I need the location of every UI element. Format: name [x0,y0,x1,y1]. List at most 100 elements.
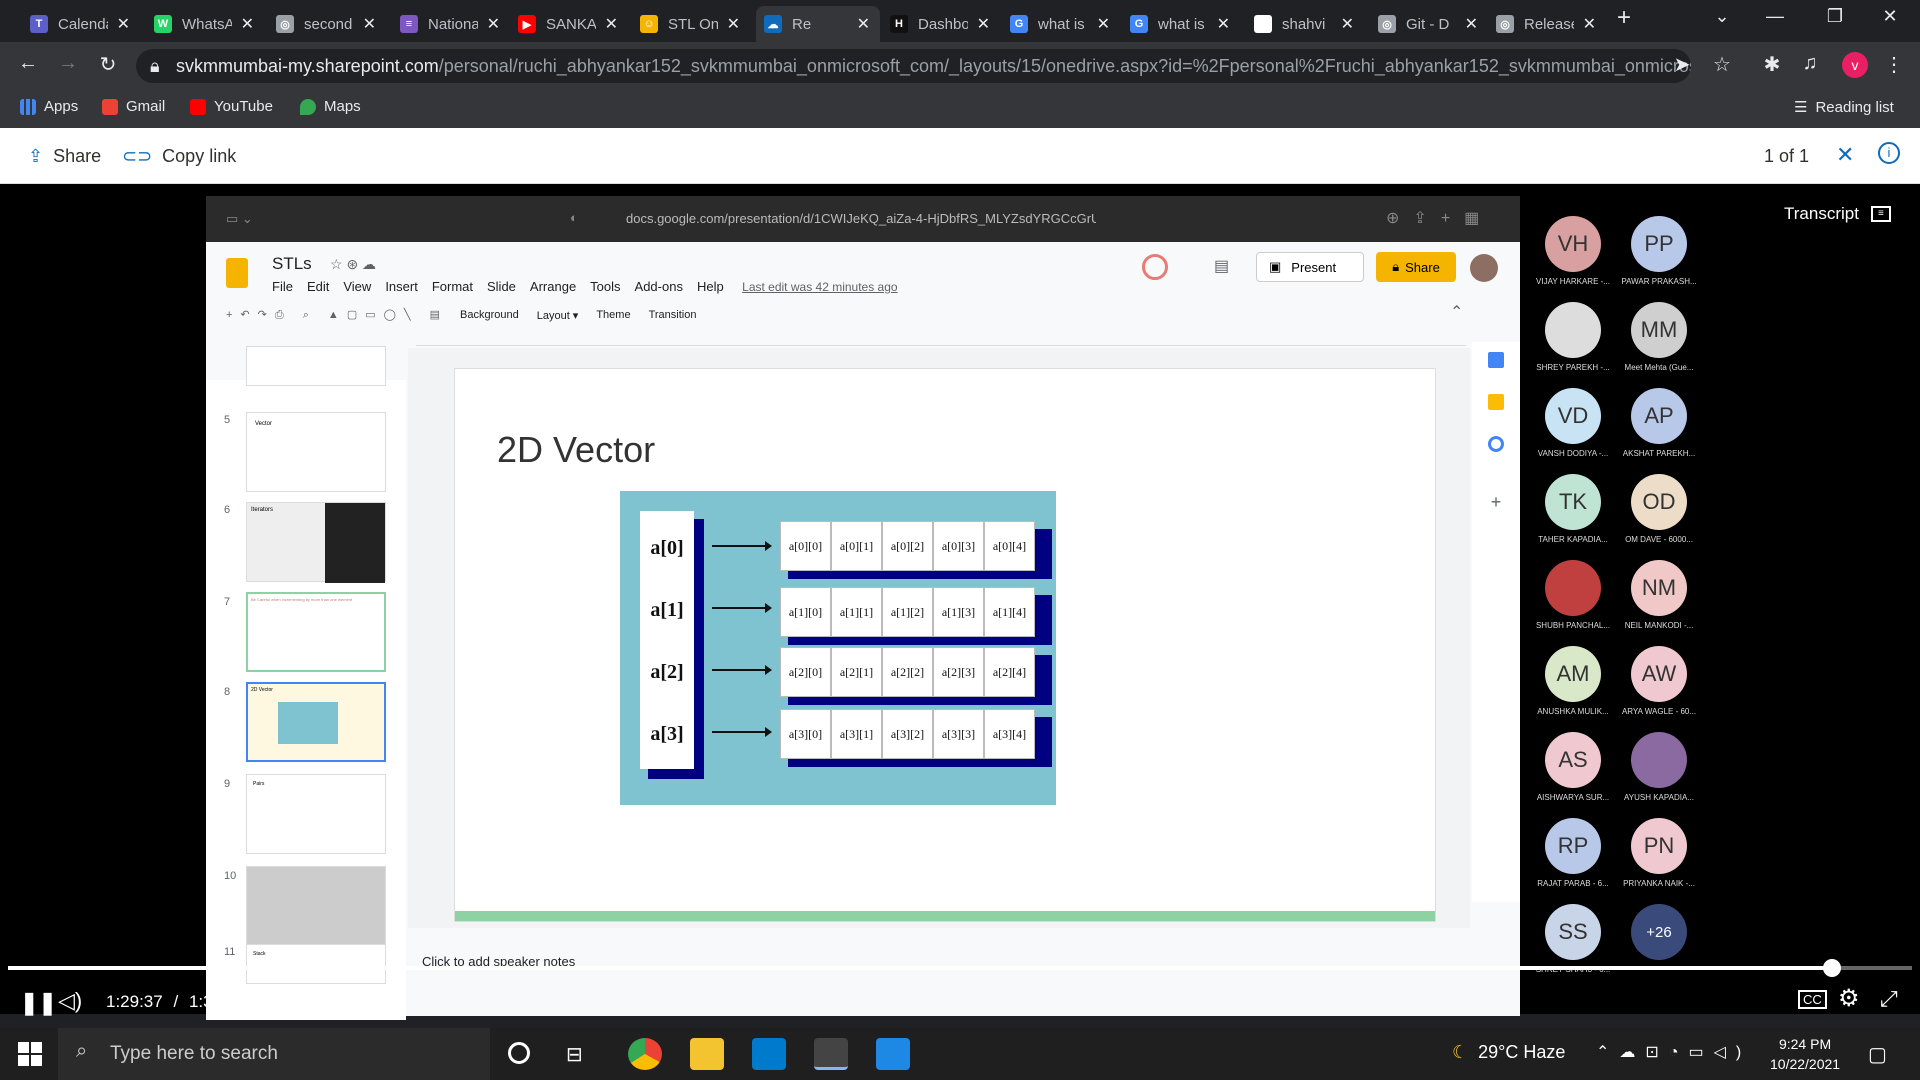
tab-close-icon[interactable]: ✕ [1217,14,1230,34]
slide-canvas[interactable]: 2D Vector a[0] a[1] a[2] a[3] a[0][0] a[0… [454,368,1436,922]
slide-thumb-6[interactable]: Iterators [246,502,386,583]
participant-tile[interactable]: AYUSH KAPADIA... [1616,732,1702,802]
windows-start-icon[interactable] [18,1042,42,1066]
info-icon[interactable]: i [1878,142,1900,164]
browser-tab[interactable]: ● shahvi ✕ [1246,6,1364,42]
restore-icon[interactable]: ❐ [1815,6,1855,27]
keep-icon[interactable] [1488,394,1504,410]
pause-icon[interactable]: ❚❚ [20,990,57,1016]
participant-tile[interactable]: SHUBH PANCHAL... [1530,560,1616,630]
background-button[interactable]: Background [460,309,519,321]
media-icon[interactable]: ♫ [1796,52,1824,75]
volume-icon[interactable]: ◁) [58,988,82,1014]
slide-thumb-5[interactable]: Vector [246,412,386,492]
forward-icon[interactable]: → [54,52,82,75]
participant-tile[interactable]: SSSHREY SHAH3 - 6... [1530,904,1616,974]
chrome-profile-taskbar-icon[interactable] [814,1038,848,1070]
tab-close-icon[interactable]: ✕ [487,14,500,34]
participant-tile[interactable]: RP RAJAT PARAB - 6... [1530,818,1616,888]
menu-help[interactable]: Help [697,279,724,294]
reading-list[interactable]: ☰ Reading list [1794,98,1894,117]
browser-tab[interactable]: Gwhat is ✕ [1002,6,1120,42]
back-icon[interactable]: ← [14,52,42,75]
browser-tab[interactable]: W WhatsApp ✕ [146,6,264,42]
menu-slide[interactable]: Slide [487,279,516,294]
tab-close-icon[interactable]: ✕ [727,14,740,34]
extensions-icon[interactable]: ✱ [1758,52,1786,77]
calendar-icon[interactable] [1488,352,1504,368]
profile-avatar[interactable]: v [1842,52,1868,78]
participant-tile[interactable]: AP AKSHAT PAREKH... [1616,388,1702,458]
participant-tile[interactable]: AW ARYA WAGLE - 60... [1616,646,1702,716]
comments-icon[interactable]: ▤ [1214,256,1229,276]
media-player-icon[interactable] [876,1038,910,1070]
theme-button[interactable]: Theme [596,309,630,321]
slide-thumb-4[interactable] [246,346,386,386]
reload-icon[interactable]: ↻ [94,52,122,77]
menu-insert[interactable]: Insert [385,279,418,294]
participant-tile[interactable]: +26 [1616,904,1702,965]
tab-close-icon[interactable]: ✕ [1341,14,1354,34]
menu-addons[interactable]: Add-ons [635,279,683,294]
share-button[interactable]: ⇪ Share [28,146,101,167]
tab-close-icon[interactable]: ✕ [117,14,130,34]
file-explorer-icon[interactable] [690,1038,724,1070]
video-progress-handle[interactable] [1823,959,1842,977]
layout-button[interactable]: Layout ▾ [537,309,579,322]
participant-tile[interactable]: TK TAHER KAPADIA... [1530,474,1616,544]
browser-tab[interactable]: H Dashboard ✕ [882,6,1000,42]
slide-thumb-7[interactable]: Be Careful when incrementing by more tha… [246,592,386,672]
transition-button[interactable]: Transition [649,309,697,321]
bookmark-apps[interactable]: Apps [20,98,78,115]
bookmark-gmail[interactable]: Gmail [102,98,165,115]
bookmark-star-icon[interactable]: ☆ [1708,52,1736,77]
participant-tile[interactable]: OD OM DAVE - 6000... [1616,474,1702,544]
tab-close-icon[interactable]: ✕ [857,14,870,34]
menu-edit[interactable]: Edit [307,279,329,294]
menu-tools[interactable]: Tools [590,279,620,294]
new-tab-icon[interactable]: + [1604,4,1644,32]
browser-tab[interactable]: ◎ Releases ✕ [1488,6,1606,42]
chrome-taskbar-icon[interactable] [628,1038,662,1070]
copy-link-button[interactable]: ⊂⊃ Copy link [122,146,236,167]
browser-tab[interactable]: ◎ Git - D ✕ [1370,6,1488,42]
browser-tab[interactable]: ≡ National ✕ [392,6,510,42]
address-bar[interactable]: 🔒︎ svkmmumbai-my.sharepoint.com/personal… [136,49,1691,83]
bookmark-maps[interactable]: Maps [300,98,361,115]
video-progress-bar[interactable] [8,966,1912,970]
participant-tile[interactable]: SHREY PAREKH -... [1530,302,1616,372]
tray-icons[interactable]: ⌃☁⊡◔▭◁) [1596,1042,1751,1062]
doc-title[interactable]: STLs [272,254,312,274]
slide-title[interactable]: 2D Vector [497,429,655,471]
minimize-icon[interactable]: — [1755,6,1795,27]
user-avatar[interactable] [1470,254,1498,282]
slide-thumb-10[interactable] [246,866,386,946]
tab-close-icon[interactable]: ✕ [605,14,618,34]
participant-tile[interactable]: VH VIJAY HARKARE -... [1530,216,1616,286]
tab-close-icon[interactable]: ✕ [1097,14,1110,34]
menu-icon[interactable]: ⋮ [1880,52,1908,77]
tasks-icon[interactable] [1488,436,1504,452]
menu-arrange[interactable]: Arrange [530,279,576,294]
menu-file[interactable]: File [272,279,293,294]
captions-icon[interactable]: CC [1798,990,1827,1009]
browser-tab[interactable]: ▶ SANKALP ✕ [510,6,628,42]
tab-search-icon[interactable]: ⌄ [1702,6,1742,27]
participant-tile[interactable]: PP PAWAR PRAKASH... [1616,216,1702,286]
browser-tab[interactable]: ☺ STL Online ✕ [632,6,750,42]
browser-tab[interactable]: Gwhat is ✕ [1122,6,1240,42]
add-addon-icon[interactable]: + [1472,492,1520,513]
participant-tile[interactable]: VD VANSH DODIYA -... [1530,388,1616,458]
tab-close-icon[interactable]: ✕ [363,14,376,34]
present-button[interactable]: ▣ Present [1256,252,1364,282]
close-window-icon[interactable]: ✕ [1870,6,1910,27]
task-view-icon[interactable]: ⊟ [566,1042,583,1067]
fullscreen-icon[interactable]: ⤢ [1880,986,1898,1012]
last-edit-link[interactable]: Last edit was 42 minutes ago [742,280,897,294]
clock[interactable]: 9:24 PM 10/22/2021 [1770,1034,1840,1074]
slide-thumb-11[interactable]: Stack [246,944,386,984]
meet-icon[interactable] [1142,254,1168,280]
tab-close-icon[interactable]: ✕ [241,14,254,34]
participant-tile[interactable]: AS AISHWARYA SUR... [1530,732,1616,802]
vscode-icon[interactable] [752,1038,786,1070]
